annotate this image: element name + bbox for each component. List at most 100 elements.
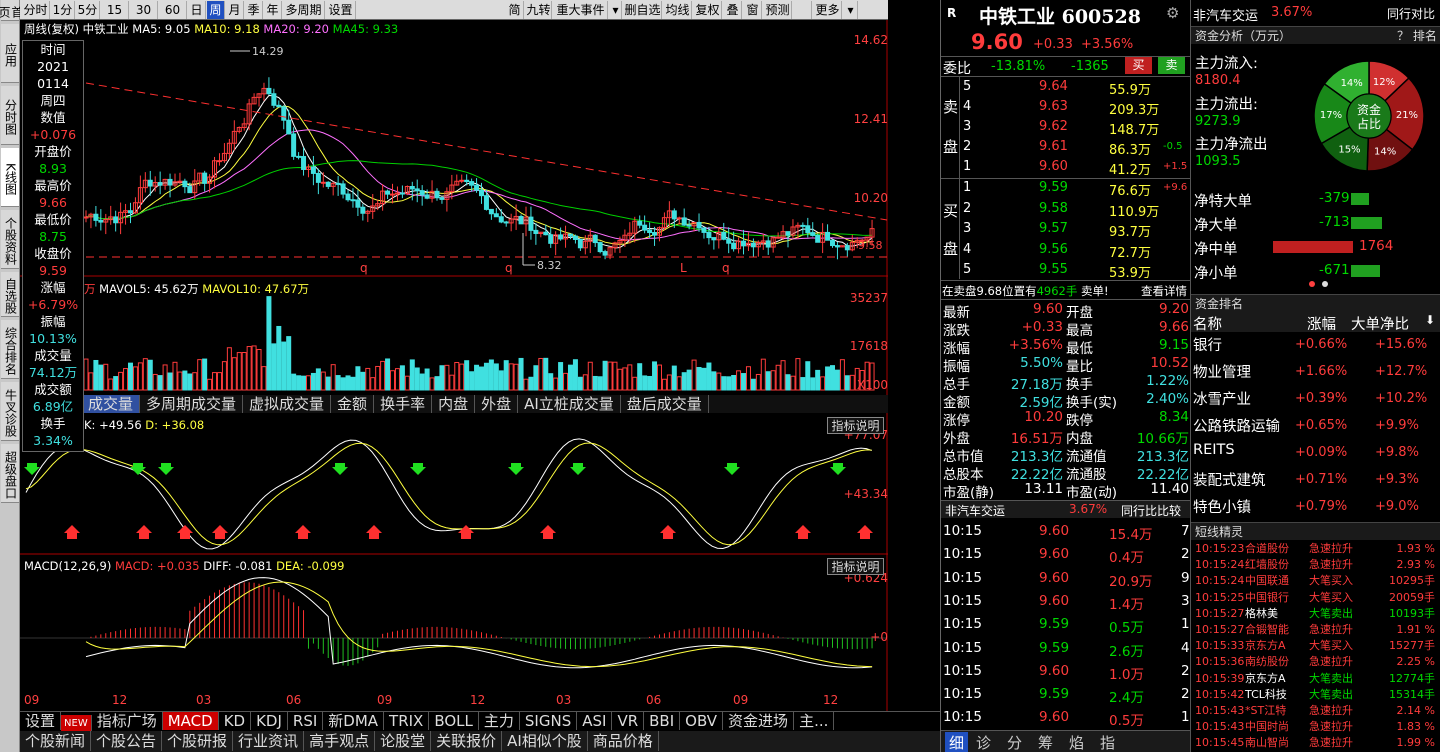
news-tab-7[interactable]: AI相似个股 (502, 731, 588, 751)
toolbar-period-0[interactable]: 分时 (22, 1, 50, 19)
indicator-tab-9[interactable]: BOLL (429, 712, 479, 730)
volume-tab-5[interactable]: 内盘 (432, 395, 476, 413)
notice-detail-link[interactable]: 查看详情 (1141, 283, 1187, 299)
volume-tab-6[interactable]: 外盘 (475, 395, 519, 413)
sell-button[interactable]: 卖 (1158, 57, 1185, 74)
news-tab-1[interactable]: 个股公告 (91, 731, 163, 751)
leftnav-2[interactable]: 分时图 (1, 86, 19, 145)
toolbar-tool-10[interactable] (794, 1, 812, 19)
indicator-tab-16[interactable]: 资金进场 (723, 712, 795, 730)
toolbar-tool-6[interactable]: 复权 (694, 1, 722, 19)
toolbar-period-6[interactable]: 日 (188, 1, 206, 19)
toolbar-period-9[interactable]: 季 (245, 1, 263, 19)
leftnav-6[interactable]: 综合排名 (1, 320, 19, 379)
rank-row-1[interactable]: 物业管理 +1.66% +12.7% (1191, 361, 1440, 385)
volume-tab-7[interactable]: AI立桩成交量 (518, 395, 621, 413)
buy-button[interactable]: 买 (1125, 57, 1152, 74)
toolbar-period-5[interactable]: 60分 (159, 1, 187, 35)
volume-tab-8[interactable]: 盘后成交量 (621, 395, 709, 413)
toolbar-tool-7[interactable]: 叠 (724, 1, 742, 19)
sprite-row-8[interactable]: 10:15:39 京东方A 大笔卖出 12774手 (1191, 671, 1440, 687)
volume-tab-2[interactable]: 虚拟成交量 (243, 395, 332, 413)
leftnav-0[interactable]: 首页 (0, 0, 24, 21)
volume-tab-1[interactable]: 多周期成交量 (140, 395, 244, 413)
rank-col-chg[interactable]: 涨幅 (1307, 313, 1336, 334)
toolbar-tool-8[interactable]: 窗 (744, 1, 762, 19)
toolbar-tool-0[interactable]: 简 (506, 1, 524, 19)
quote-tab-4[interactable]: 焰 (1069, 732, 1084, 752)
rank-col-netratio[interactable]: 大单净比 (1351, 313, 1409, 334)
compare-button[interactable]: 同行比比较 (1121, 502, 1181, 519)
volume-tab-0[interactable]: 成交量 (82, 395, 141, 413)
toolbar-period-12[interactable]: 设置 (326, 1, 356, 19)
quote-tab-0[interactable]: 细 (945, 732, 969, 752)
sort-down-icon[interactable]: ⬇ (1425, 313, 1435, 327)
sprite-row-5[interactable]: 10:15:27 合锻智能 急速拉升 1.91 % (1191, 622, 1440, 638)
toolbar-period-2[interactable]: 5分 (76, 1, 100, 19)
indicator-tab-3[interactable]: MACD (162, 712, 219, 730)
indicator-tab-4[interactable]: KD (219, 712, 252, 730)
news-tab-3[interactable]: 行业资讯 (233, 731, 305, 751)
leftnav-5[interactable]: 自选股 (1, 272, 19, 317)
rank-row-2[interactable]: 冰雪产业 +0.39% +10.2% (1191, 388, 1440, 412)
toolbar-tool-4[interactable]: 删自选 (624, 1, 662, 19)
rank-row-0[interactable]: 银行 +0.66% +15.6% (1191, 334, 1440, 358)
indicator-tab-5[interactable]: KDJ (251, 712, 288, 730)
leftnav-4[interactable]: 个股资料 (1, 210, 19, 269)
leftnav-8[interactable]: 超级盘口 (1, 444, 19, 503)
quote-tab-1[interactable]: 诊 (976, 732, 991, 752)
toolbar-period-7[interactable]: 周 (207, 1, 225, 19)
sprite-row-7[interactable]: 10:15:36 南纺股份 急速拉升 2.25 % (1191, 654, 1440, 670)
leftnav-7[interactable]: 牛叉诊股 (1, 382, 19, 441)
toolbar-tool-11[interactable]: 更多 (814, 1, 842, 19)
sprite-row-2[interactable]: 10:15:24 中国联通 大笔买入 10295手 (1191, 573, 1440, 589)
toolbar-tool-5[interactable]: 均线 (664, 1, 692, 19)
toolbar-period-10[interactable]: 年 (264, 1, 282, 19)
news-tab-8[interactable]: 商品价格 (588, 731, 659, 751)
sprite-row-3[interactable]: 10:15:25 中国银行 大笔买入 20059手 (1191, 590, 1440, 606)
toolbar-tool-9[interactable]: 预测 (764, 1, 792, 19)
indicator-tab-0[interactable]: 设置 (20, 712, 62, 730)
toolbar-tool-12[interactable]: ▾ (844, 1, 858, 19)
toolbar-period-1[interactable]: 1分 (51, 1, 75, 19)
toolbar-tool-3[interactable]: ▾ (610, 1, 622, 19)
indicator-tab-15[interactable]: OBV (680, 712, 724, 730)
gear-icon[interactable]: ⚙ (1166, 4, 1179, 22)
sprite-row-0[interactable]: 10:15:23 合道股份 急速拉升 1.93 % (1191, 541, 1440, 557)
rank-col-name[interactable]: 名称 (1193, 313, 1222, 334)
toolbar-period-11[interactable]: 多周期 (283, 1, 325, 19)
volume-tab-4[interactable]: 换手率 (374, 395, 433, 413)
sprite-row-9[interactable]: 10:15:42 TCL科技 大笔卖出 15314手 (1191, 687, 1440, 703)
indicator-tab-13[interactable]: VR (612, 712, 645, 730)
macd-explain-button[interactable]: 指标说明 (827, 558, 884, 575)
news-tab-6[interactable]: 关联报价 (431, 731, 503, 751)
indicator-tab-6[interactable]: RSI (288, 712, 324, 730)
leftnav-1[interactable]: 应用 (1, 24, 19, 83)
quote-tab-3[interactable]: 筹 (1038, 732, 1053, 752)
sprite-row-10[interactable]: 10:15:43 *ST江特 急速拉升 2.14 % (1191, 703, 1440, 719)
rank-row-4[interactable]: REITS +0.09% +9.8% (1191, 442, 1440, 466)
kd-explain-button[interactable]: 指标说明 (827, 417, 884, 434)
toolbar-period-8[interactable]: 月 (226, 1, 244, 19)
sprite-row-6[interactable]: 10:15:33 京东方A 大笔买入 15277手 (1191, 638, 1440, 654)
toolbar-period-3[interactable]: 15分 (101, 1, 129, 35)
toolbar-period-4[interactable]: 30分 (130, 1, 158, 35)
rank-row-3[interactable]: 公路铁路运输 +0.65% +9.9% (1191, 415, 1440, 439)
sprite-row-1[interactable]: 10:15:24 红墙股份 急速拉升 2.93 % (1191, 557, 1440, 573)
peer-compare-link[interactable]: 同行对比 (1387, 5, 1435, 22)
quote-tab-5[interactable]: 指 (1100, 732, 1115, 752)
news-tab-0[interactable]: 个股新闻 (20, 731, 92, 751)
rank-row-6[interactable]: 特色小镇 +0.79% +9.0% (1191, 496, 1440, 520)
kline-chart[interactable]: 14.29 8.32 9.58 q q Lq 14.62 12.41 10.20 35237 176… (20, 20, 888, 711)
leftnav-3[interactable]: K线图 (1, 148, 19, 207)
indicator-tab-14[interactable]: BBI (644, 712, 681, 730)
indicator-tab-2[interactable]: 指标广场 (92, 712, 163, 730)
sprite-row-12[interactable]: 10:15:45 南山智尚 急速拉升 1.99 % (1191, 735, 1440, 751)
indicator-tab-17[interactable]: 主... (794, 712, 835, 730)
capital-rank-link[interactable]: ？ 排名 (1397, 27, 1437, 45)
indicator-tab-8[interactable]: TRIX (384, 712, 430, 730)
indicator-tab-12[interactable]: ASI (577, 712, 613, 730)
volume-tab-3[interactable]: 金额 (331, 395, 375, 413)
toolbar-tool-1[interactable]: 九转 (526, 1, 552, 19)
quote-tab-2[interactable]: 分 (1007, 732, 1022, 752)
